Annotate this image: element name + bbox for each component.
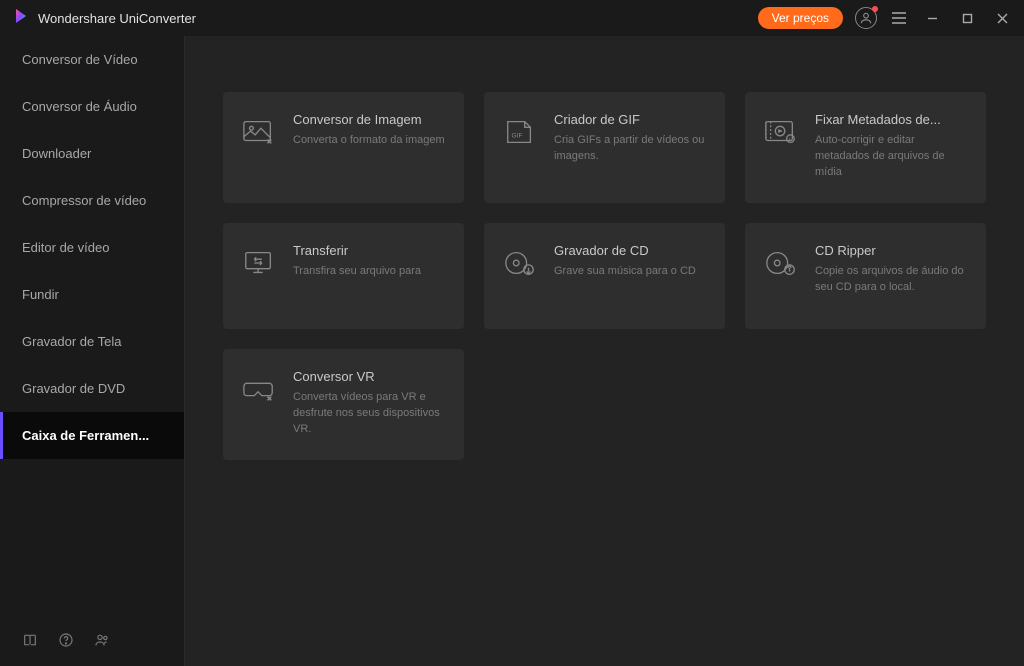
- sidebar-item-video-editor[interactable]: Editor de vídeo: [0, 224, 184, 271]
- price-button[interactable]: Ver preços: [758, 7, 843, 29]
- gif-icon: GIF: [502, 114, 538, 150]
- tool-desc: Converta o formato da imagem: [293, 133, 445, 149]
- tool-desc: Converta vídeos para VR e desfrute nos s…: [293, 390, 446, 438]
- help-icon[interactable]: [58, 632, 74, 648]
- community-icon[interactable]: [94, 632, 110, 648]
- sidebar-item-downloader[interactable]: Downloader: [0, 130, 184, 177]
- tool-image-converter[interactable]: Conversor de Imagem Converta o formato d…: [223, 92, 464, 203]
- tutorial-icon[interactable]: [22, 632, 38, 648]
- transfer-icon: [241, 245, 277, 281]
- tool-desc: Cria GIFs a partir de vídeos ou imagens.: [554, 133, 707, 165]
- tool-gif-creator[interactable]: GIF Criador de GIF Cria GIFs a partir de…: [484, 92, 725, 203]
- svg-text:GIF: GIF: [512, 133, 523, 140]
- sidebar-item-video-compressor[interactable]: Compressor de vídeo: [0, 177, 184, 224]
- tool-title: Fixar Metadados de...: [815, 112, 968, 127]
- sidebar-item-dvd-burner[interactable]: Gravador de DVD: [0, 365, 184, 412]
- sidebar-item-audio-converter[interactable]: Conversor de Áudio: [0, 83, 184, 130]
- menu-icon[interactable]: [889, 10, 909, 26]
- app-logo-icon: [10, 6, 30, 31]
- sidebar-footer: [0, 614, 184, 666]
- tool-title: Conversor de Imagem: [293, 112, 445, 127]
- sidebar-item-screen-recorder[interactable]: Gravador de Tela: [0, 318, 184, 365]
- sidebar-item-toolbox[interactable]: Caixa de Ferramen...: [0, 412, 184, 459]
- tool-fix-metadata[interactable]: i Fixar Metadados de... Auto-corrigir e …: [745, 92, 986, 203]
- user-avatar[interactable]: [855, 7, 877, 29]
- svg-text:i: i: [789, 137, 790, 143]
- tool-title: Transferir: [293, 243, 421, 258]
- window-minimize-button[interactable]: [921, 9, 944, 28]
- tool-cd-ripper[interactable]: CD Ripper Copie os arquivos de áudio do …: [745, 223, 986, 329]
- tool-title: Conversor VR: [293, 369, 446, 384]
- sidebar-item-merge[interactable]: Fundir: [0, 271, 184, 318]
- tool-transfer[interactable]: Transferir Transfira seu arquivo para: [223, 223, 464, 329]
- metadata-icon: i: [763, 114, 799, 150]
- tool-desc: Grave sua música para o CD: [554, 264, 696, 280]
- vr-icon: [241, 371, 277, 407]
- image-convert-icon: [241, 114, 277, 150]
- tool-desc: Transfira seu arquivo para: [293, 264, 421, 280]
- tool-title: Criador de GIF: [554, 112, 707, 127]
- sidebar-item-video-converter[interactable]: Conversor de Vídeo: [0, 36, 184, 83]
- sidebar: Conversor de Vídeo Conversor de Áudio Do…: [0, 36, 185, 666]
- tools-grid: Conversor de Imagem Converta o formato d…: [223, 92, 986, 460]
- tool-title: CD Ripper: [815, 243, 968, 258]
- titlebar: Wondershare UniConverter Ver preços: [0, 0, 1024, 36]
- content-area: Conversor de Imagem Converta o formato d…: [185, 36, 1024, 666]
- tool-vr-converter[interactable]: Conversor VR Converta vídeos para VR e d…: [223, 349, 464, 460]
- app-title: Wondershare UniConverter: [38, 11, 196, 26]
- sidebar-list: Conversor de Vídeo Conversor de Áudio Do…: [0, 36, 184, 614]
- window-maximize-button[interactable]: [956, 9, 979, 28]
- tool-desc: Auto-corrigir e editar metadados de arqu…: [815, 133, 968, 181]
- cd-burn-icon: [502, 245, 538, 281]
- cd-rip-icon: [763, 245, 799, 281]
- tool-title: Gravador de CD: [554, 243, 696, 258]
- tool-cd-burner[interactable]: Gravador de CD Grave sua música para o C…: [484, 223, 725, 329]
- window-close-button[interactable]: [991, 9, 1014, 28]
- tool-desc: Copie os arquivos de áudio do seu CD par…: [815, 264, 968, 296]
